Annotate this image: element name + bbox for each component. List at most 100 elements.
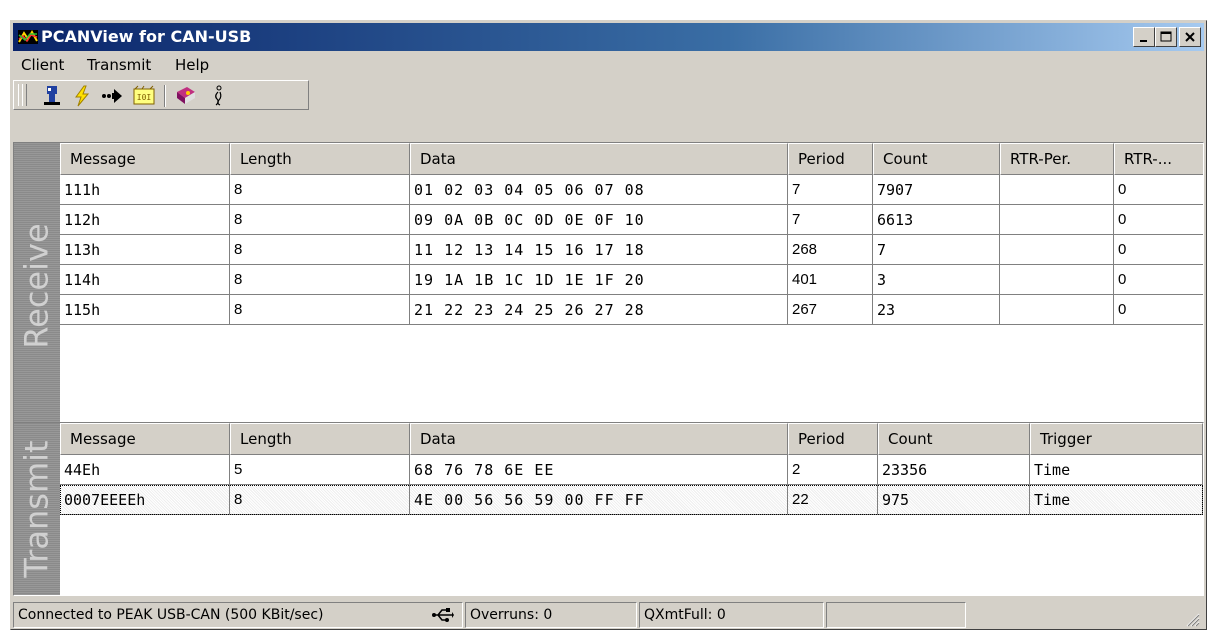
toolbar-separator xyxy=(164,85,166,107)
receive-cell[interactable] xyxy=(1000,235,1114,265)
menu-transmit[interactable]: Transmit xyxy=(87,56,151,74)
app-icon xyxy=(18,29,38,44)
receive-cell[interactable]: 8 xyxy=(230,205,410,235)
minimize-button[interactable] xyxy=(1133,27,1155,47)
lightning-icon[interactable] xyxy=(70,84,94,108)
receive-cell[interactable]: 21 22 23 24 25 26 27 28 xyxy=(410,295,788,325)
filter-icon[interactable]: I0I xyxy=(132,84,156,108)
receive-col-data[interactable]: Data xyxy=(410,143,788,175)
receive-col-length[interactable]: Length xyxy=(230,143,410,175)
receive-cell[interactable]: 11 12 13 14 15 16 17 18 xyxy=(410,235,788,265)
receive-cell[interactable]: 8 xyxy=(230,295,410,325)
transmit-arrow-icon[interactable] xyxy=(100,84,124,108)
receive-cell[interactable]: 0 xyxy=(1114,235,1203,265)
status-qxmtfull: QXmtFull: 0 xyxy=(639,602,824,628)
transmit-col-length[interactable]: Length xyxy=(230,423,410,455)
transmit-cell[interactable]: 23356 xyxy=(878,455,1030,485)
receive-cell[interactable]: 7 xyxy=(788,205,873,235)
maximize-icon xyxy=(1160,31,1172,42)
receive-col-message[interactable]: Message xyxy=(60,143,230,175)
receive-cell[interactable]: 01 02 03 04 05 06 07 08 xyxy=(410,175,788,205)
toolbar: I0I xyxy=(13,80,1204,110)
transmit-tab-label: Transmit xyxy=(18,440,57,578)
receive-grid: Message Length Data Period Count RTR-Per… xyxy=(60,143,1203,428)
transmit-col-data[interactable]: Data xyxy=(410,423,788,455)
title-bar[interactable]: PCANView for CAN-USB xyxy=(13,23,1204,51)
receive-cell[interactable]: 09 0A 0B 0C 0D 0E 0F 10 xyxy=(410,205,788,235)
receive-cell[interactable] xyxy=(1000,265,1114,295)
close-icon xyxy=(1185,32,1195,42)
transmit-cell[interactable]: 44Eh xyxy=(60,455,230,485)
receive-cell[interactable]: 7907 xyxy=(873,175,1000,205)
main-window: PCANView for CAN-USB Client Transmit Hel… xyxy=(10,20,1207,630)
status-connection: Connected to PEAK USB-CAN (500 KBit/sec) xyxy=(13,602,463,628)
receive-cell[interactable]: 0 xyxy=(1114,205,1203,235)
close-button[interactable] xyxy=(1179,27,1201,47)
connect-icon[interactable] xyxy=(40,84,64,108)
transmit-col-period[interactable]: Period xyxy=(788,423,878,455)
receive-cell[interactable]: 7 xyxy=(873,235,1000,265)
receive-tab-label: Receive xyxy=(18,222,56,349)
maximize-button[interactable] xyxy=(1155,27,1177,47)
transmit-tab[interactable]: Transmit xyxy=(14,423,60,595)
receive-cell[interactable]: 111h xyxy=(60,175,230,205)
receive-col-rtr-per[interactable]: RTR-Per. xyxy=(1000,143,1114,175)
receive-cell[interactable]: 0 xyxy=(1114,295,1203,325)
receive-cell[interactable]: 112h xyxy=(60,205,230,235)
book-icon[interactable] xyxy=(174,84,198,108)
minimize-icon xyxy=(1140,40,1147,42)
receive-cell[interactable] xyxy=(1000,205,1114,235)
transmit-grid: Message Length Data Period Count Trigger… xyxy=(60,423,1203,595)
receive-col-rtr-more[interactable]: RTR-... xyxy=(1114,143,1203,175)
receive-cell[interactable]: 115h xyxy=(60,295,230,325)
window-title: PCANView for CAN-USB xyxy=(41,27,252,46)
transmit-cell[interactable]: Time xyxy=(1030,485,1203,515)
receive-cell[interactable]: 401 xyxy=(788,265,873,295)
receive-cell[interactable]: 0 xyxy=(1114,265,1203,295)
receive-cell[interactable]: 3 xyxy=(873,265,1000,295)
status-connection-text: Connected to PEAK USB-CAN (500 KBit/sec) xyxy=(18,607,324,623)
transmit-cell[interactable]: 8 xyxy=(230,485,410,515)
receive-cell[interactable] xyxy=(1000,175,1114,205)
receive-col-period[interactable]: Period xyxy=(788,143,873,175)
toolbar-band: I0I xyxy=(13,80,309,110)
receive-cell[interactable]: 8 xyxy=(230,235,410,265)
receive-panel: Receive Message Length Data Period Count… xyxy=(13,142,1204,429)
receive-cell[interactable]: 268 xyxy=(788,235,873,265)
transmit-panel: Transmit Message Length Data Period Coun… xyxy=(13,422,1204,596)
status-bar: Connected to PEAK USB-CAN (500 KBit/sec)… xyxy=(13,600,1204,630)
resize-grip-icon[interactable] xyxy=(1182,609,1200,627)
transmit-cell[interactable]: 5 xyxy=(230,455,410,485)
transmit-cell[interactable]: 22 xyxy=(788,485,878,515)
menu-help[interactable]: Help xyxy=(175,56,209,74)
transmit-cell[interactable]: 4E 00 56 56 59 00 FF FF xyxy=(410,485,788,515)
menu-client[interactable]: Client xyxy=(21,56,64,74)
receive-cell[interactable]: 7 xyxy=(788,175,873,205)
info-icon[interactable] xyxy=(206,84,230,108)
transmit-cell[interactable]: 975 xyxy=(878,485,1030,515)
receive-cell[interactable]: 23 xyxy=(873,295,1000,325)
transmit-cell[interactable]: 68 76 78 6E EE xyxy=(410,455,788,485)
receive-cell[interactable]: 267 xyxy=(788,295,873,325)
receive-cell[interactable]: 8 xyxy=(230,175,410,205)
transmit-col-message[interactable]: Message xyxy=(60,423,230,455)
transmit-cell[interactable]: 2 xyxy=(788,455,878,485)
transmit-cell[interactable]: 0007EEEEh xyxy=(60,485,230,515)
receive-cell[interactable]: 113h xyxy=(60,235,230,265)
status-overruns: Overruns: 0 xyxy=(465,602,637,628)
receive-cell[interactable]: 114h xyxy=(60,265,230,295)
transmit-cell[interactable]: Time xyxy=(1030,455,1203,485)
receive-cell[interactable]: 6613 xyxy=(873,205,1000,235)
transmit-col-count[interactable]: Count xyxy=(878,423,1030,455)
svg-text:I0I: I0I xyxy=(137,93,152,102)
receive-col-count[interactable]: Count xyxy=(873,143,1000,175)
status-extra xyxy=(826,602,966,628)
receive-cell[interactable]: 8 xyxy=(230,265,410,295)
receive-cell[interactable]: 19 1A 1B 1C 1D 1E 1F 20 xyxy=(410,265,788,295)
receive-cell[interactable]: 0 xyxy=(1114,175,1203,205)
transmit-col-trigger[interactable]: Trigger xyxy=(1030,423,1203,455)
toolbar-grip xyxy=(22,84,27,106)
usb-icon xyxy=(432,608,454,622)
receive-cell[interactable] xyxy=(1000,295,1114,325)
receive-tab[interactable]: Receive xyxy=(14,143,60,428)
